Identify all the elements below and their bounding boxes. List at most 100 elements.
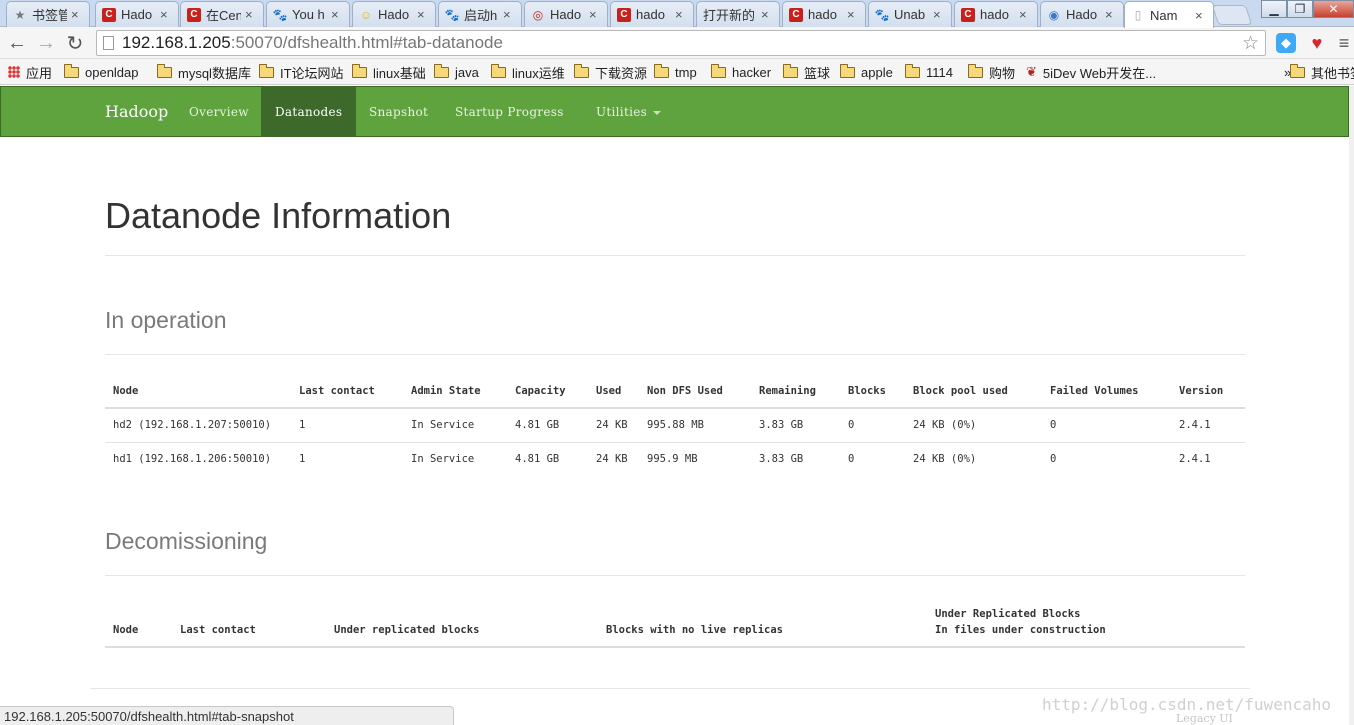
bookmark-item[interactable]: linux运维 [490, 63, 565, 81]
folder-icon [967, 63, 983, 78]
column-header[interactable]: Node [105, 602, 172, 648]
column-header[interactable]: Admin State [403, 374, 507, 409]
bookmark-item[interactable]: apple [839, 63, 893, 81]
tab-close-icon[interactable]: × [245, 7, 257, 22]
page-scrollbar[interactable] [1349, 86, 1354, 725]
brand-logo[interactable]: Hadoop [105, 102, 168, 121]
folder-icon [904, 63, 920, 78]
table-row: hd2 (192.168.1.207:50010) 1 In Service 4.81… [105, 407, 1245, 442]
bookmark-label: openldap [85, 64, 139, 80]
column-header[interactable]: Blocks with no live replicas [598, 602, 927, 648]
browser-tab[interactable]: ▯ Nam × [1124, 1, 1214, 28]
minimize-button[interactable]: ▁ [1261, 0, 1287, 18]
nav-utilities[interactable]: Utilities [582, 87, 675, 136]
browser-tab[interactable]: 🐾 启动h × [438, 1, 522, 27]
menu-icon[interactable]: ≡ [1334, 33, 1354, 53]
heart-extension-icon[interactable]: ♥ [1307, 33, 1327, 53]
bookmark-item[interactable]: tmp [653, 63, 697, 81]
browser-tab[interactable]: ◎ Hado × [524, 1, 608, 27]
browser-tab[interactable]: C 在Cen × [180, 1, 264, 27]
bookmark-item[interactable]: hacker [710, 63, 771, 81]
back-icon[interactable]: ← [5, 31, 29, 55]
column-header-line: In files under construction [935, 624, 1106, 636]
tab-close-icon[interactable]: × [1105, 7, 1117, 22]
bookmark-label: tmp [675, 64, 697, 80]
column-header[interactable]: Block pool used [905, 374, 1042, 409]
column-header[interactable]: Node [105, 374, 291, 409]
bookmark-star-icon[interactable]: ☆ [1242, 32, 1259, 55]
other-bookmarks[interactable]: 其他书签 [1289, 63, 1354, 81]
table-cell: In Service [403, 441, 507, 476]
tab-close-icon[interactable]: × [761, 7, 773, 22]
reload-icon[interactable]: ↻ [63, 31, 87, 55]
table-cell: 995.88 MB [639, 407, 751, 442]
column-header[interactable]: Blocks [840, 374, 905, 409]
new-tab-button[interactable] [1211, 5, 1253, 25]
column-header[interactable]: Version [1171, 374, 1245, 409]
browser-tab-title: 在Cen [206, 8, 241, 23]
tab-close-icon[interactable]: × [675, 7, 687, 22]
bookmark-item[interactable]: mysql数据库 [156, 63, 251, 81]
bookmark-item[interactable]: openldap [63, 63, 139, 81]
column-header[interactable]: Under replicated blocks [326, 602, 598, 648]
csdn-icon: C [961, 7, 975, 22]
column-header[interactable]: Failed Volumes [1042, 374, 1171, 409]
tab-close-icon[interactable]: × [71, 7, 83, 22]
browser-tab-title: Hado [121, 7, 153, 22]
tab-close-icon[interactable]: × [933, 7, 945, 22]
browser-tab[interactable]: ◉ Hado × [1040, 1, 1124, 27]
caret-down-icon [653, 110, 662, 115]
tab-close-icon[interactable]: × [503, 7, 515, 22]
browser-tab[interactable]: ☺ Hado × [352, 1, 436, 27]
tab-close-icon[interactable]: × [160, 7, 172, 22]
browser-tab[interactable]: Chado × [954, 1, 1038, 27]
browser-tab[interactable]: 🐾 You h × [266, 1, 350, 27]
tab-close-icon[interactable]: × [1019, 7, 1031, 22]
bookmark-item[interactable]: IT论坛网站 [258, 63, 344, 81]
page-title: Datanode Information [105, 195, 452, 236]
bookmark-item[interactable]: linux基础 [351, 63, 426, 81]
bookmark-label: linux基础 [373, 65, 426, 81]
browser-tab[interactable]: Chado × [610, 1, 694, 27]
tab-close-icon[interactable]: × [1195, 8, 1207, 23]
table-cell: 0 [1042, 441, 1171, 476]
nav-datanodes[interactable]: Datanodes [261, 87, 357, 136]
tab-close-icon[interactable]: × [417, 7, 429, 22]
browser-tab[interactable]: ★ 书签管 × [6, 1, 90, 27]
close-window-button[interactable]: ✕ [1313, 0, 1354, 18]
browser-tab-title: Nam [1150, 7, 1178, 23]
browser-tab[interactable]: 打开新的 × [696, 1, 780, 27]
bookmark-item[interactable]: ❦ 5iDev Web开发在... [1026, 63, 1156, 81]
browser-tab[interactable]: C Hado × [95, 1, 179, 27]
column-header[interactable]: Remaining [751, 374, 840, 409]
forward-icon[interactable]: → [34, 31, 58, 55]
column-header[interactable]: Non DFS Used [639, 374, 751, 409]
decommissioning-heading: Decomissioning [105, 528, 268, 554]
bookmark-item[interactable]: java [433, 63, 479, 81]
column-header-line: Under Replicated Blocks [935, 608, 1081, 620]
bookmark-item[interactable]: 应用 [8, 63, 52, 81]
tab-close-icon[interactable]: × [331, 7, 343, 22]
legacy-ui-link[interactable]: Legacy UI [1176, 712, 1233, 725]
status-bar: 192.168.1.205:50070/dfshealth.html#tab-s… [0, 706, 454, 725]
bookmark-item[interactable]: 购物 [967, 63, 1015, 81]
browser-tab-title: Hado [550, 7, 582, 22]
browser-tab[interactable]: 🐾 Unab × [868, 1, 952, 27]
nav-startup-progress[interactable]: Startup Progress [441, 87, 578, 136]
tab-close-icon[interactable]: × [847, 7, 859, 22]
tab-close-icon[interactable]: × [589, 7, 601, 22]
column-header[interactable]: Capacity [507, 374, 588, 409]
bookmark-item[interactable]: 下载资源 [573, 63, 647, 81]
browser-tab[interactable]: Chado × [782, 1, 866, 27]
column-header[interactable]: Last contact [172, 602, 326, 648]
column-header[interactable]: Used [588, 374, 639, 409]
nav-snapshot[interactable]: Snapshot [355, 87, 442, 136]
address-bar[interactable]: 192.168.1.205:50070/dfshealth.html#tab-d… [96, 30, 1266, 56]
column-header[interactable]: Under Replicated Blocks In files under co… [927, 602, 1245, 648]
column-header[interactable]: Last contact [291, 374, 403, 409]
bookmark-item[interactable]: 1114 [904, 63, 953, 81]
nav-overview[interactable]: Overview [175, 87, 263, 136]
maximize-button[interactable]: ❐ [1287, 0, 1313, 18]
bookmark-item[interactable]: 篮球 [782, 63, 830, 81]
extension-icon[interactable]: ◆ [1276, 33, 1296, 53]
